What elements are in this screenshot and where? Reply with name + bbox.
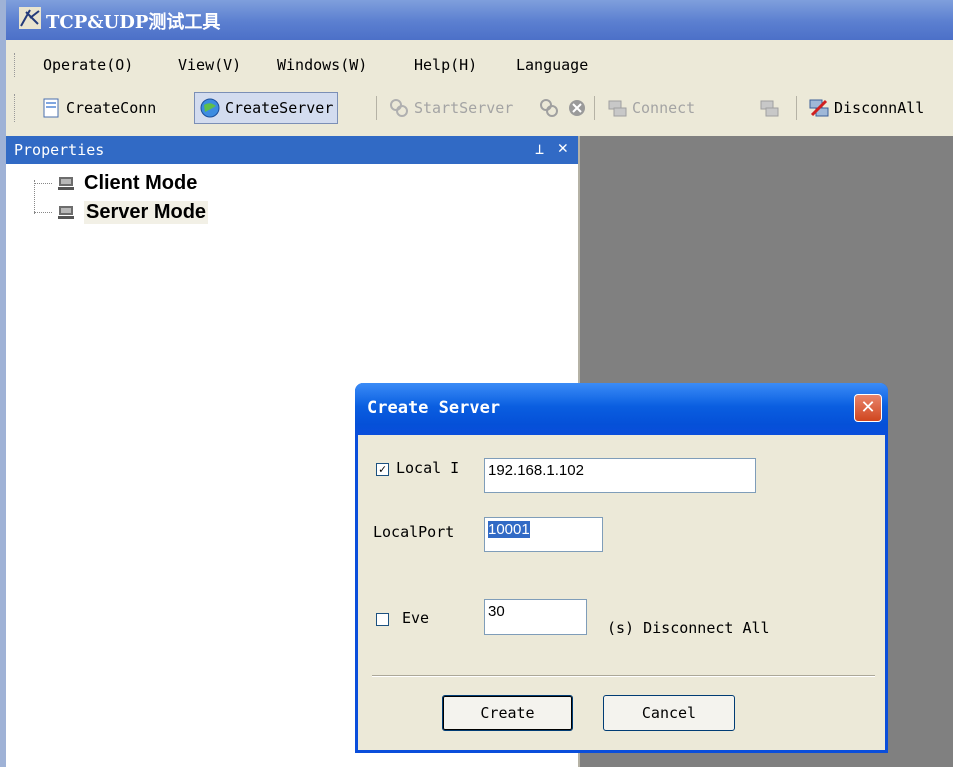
create-button-label: Create bbox=[480, 704, 535, 722]
connect-label: Connect bbox=[632, 99, 696, 117]
properties-header: Properties ⊥ ✕ bbox=[6, 136, 578, 164]
local-port-value: 10001 bbox=[488, 521, 530, 538]
app-logo-icon bbox=[19, 7, 41, 29]
globe-server-icon bbox=[200, 98, 220, 118]
start-server-label: StartServer bbox=[414, 99, 514, 117]
create-server-label: CreateServer bbox=[225, 99, 334, 117]
close-icon: ✕ bbox=[860, 397, 876, 418]
start-server-icon bbox=[390, 99, 408, 117]
tree-item-label: Server Mode bbox=[84, 200, 209, 224]
pin-icon[interactable]: ⊥ bbox=[535, 140, 544, 158]
local-ip-input[interactable]: 192.168.1.102 bbox=[484, 458, 756, 493]
local-ip-label: Local I bbox=[396, 459, 460, 477]
start-server-button[interactable]: StartServer bbox=[384, 92, 517, 124]
app-title: TCP&UDP测试工具 bbox=[46, 12, 221, 33]
dialog-title-bar[interactable]: Create Server ✕ bbox=[355, 383, 888, 435]
close-panel-icon[interactable]: ✕ bbox=[558, 138, 568, 158]
menu-view[interactable]: View(V) bbox=[178, 56, 241, 74]
local-port-input[interactable]: 10001 bbox=[484, 517, 603, 552]
menu-windows[interactable]: Windows(W) bbox=[277, 56, 367, 74]
disconnect-all-suffix: (s) Disconnect All bbox=[607, 619, 770, 637]
cancel-button[interactable]: Cancel bbox=[603, 695, 735, 731]
create-conn-button[interactable]: CreateConn bbox=[36, 92, 160, 124]
computer-icon bbox=[58, 206, 74, 219]
menu-help[interactable]: Help(H) bbox=[414, 56, 477, 74]
create-server-button[interactable]: CreateServer bbox=[194, 92, 339, 124]
computer-icon bbox=[58, 177, 74, 190]
every-checkbox[interactable] bbox=[376, 613, 389, 626]
disconnect-icon bbox=[760, 100, 779, 117]
toolbar-grip[interactable] bbox=[14, 94, 18, 122]
disconnect-all-icon bbox=[809, 99, 829, 117]
toolbar-separator bbox=[796, 96, 797, 120]
local-ip-checkbox[interactable]: ✓ bbox=[376, 463, 389, 476]
toolbar-separator bbox=[376, 96, 377, 120]
dialog-close-button[interactable]: ✕ bbox=[854, 394, 882, 422]
tree-connector bbox=[34, 182, 52, 184]
stop-server-icon bbox=[540, 99, 558, 117]
connect-button[interactable]: Connect bbox=[602, 92, 699, 124]
create-server-dialog: Create Server ✕ ✓ Local I 192.168.1.102 … bbox=[355, 383, 888, 753]
dialog-title: Create Server bbox=[367, 398, 501, 418]
stop-server-button[interactable] bbox=[534, 92, 564, 124]
every-label: Eve bbox=[402, 609, 430, 627]
every-seconds-input[interactable]: 30 bbox=[484, 599, 587, 635]
create-button[interactable]: Create bbox=[442, 695, 573, 731]
toolbar-separator bbox=[594, 96, 595, 120]
properties-title: Properties bbox=[14, 141, 105, 159]
cancel-button-label: Cancel bbox=[641, 704, 697, 722]
dialog-separator bbox=[372, 675, 875, 677]
connect-icon bbox=[608, 100, 627, 117]
local-port-label: LocalPort bbox=[373, 523, 455, 541]
disconnect-button[interactable] bbox=[754, 92, 784, 124]
menu-bar: Operate(O) View(V) Windows(W) Help(H) La… bbox=[6, 45, 953, 85]
tree-item-client-mode[interactable]: Client Mode bbox=[34, 170, 197, 196]
new-connection-icon bbox=[43, 98, 59, 118]
tree-item-label: Client Mode bbox=[84, 171, 198, 194]
tree-item-server-mode[interactable]: Server Mode bbox=[34, 199, 209, 225]
menubar-grip[interactable] bbox=[14, 53, 18, 77]
local-ip-value: 192.168.1.102 bbox=[488, 462, 584, 479]
cancel-server-button[interactable] bbox=[562, 92, 592, 124]
toolbar: CreateConn CreateServer StartServer Conn… bbox=[6, 88, 953, 130]
create-conn-label: CreateConn bbox=[66, 99, 157, 117]
app-title-bar[interactable]: TCP&UDP测试工具 bbox=[6, 0, 953, 40]
menu-operate[interactable]: Operate(O) bbox=[43, 56, 133, 74]
disconn-all-button[interactable]: DisconnAll bbox=[804, 92, 928, 124]
close-circle-icon bbox=[569, 100, 585, 116]
every-seconds-value: 30 bbox=[488, 603, 505, 620]
menu-language[interactable]: Language bbox=[516, 56, 588, 74]
disconn-all-label: DisconnAll bbox=[834, 99, 925, 117]
tree-connector bbox=[34, 211, 52, 213]
